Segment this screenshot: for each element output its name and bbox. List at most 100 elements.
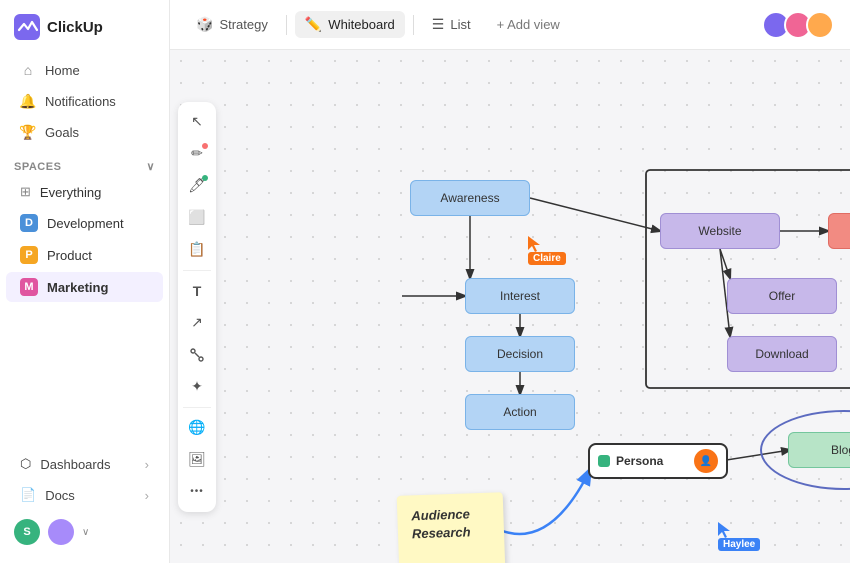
blog-label: Blog [831,443,850,457]
marketing-label: Marketing [47,280,108,295]
tool-more[interactable]: ••• [183,478,211,506]
product-label: Product [47,248,92,263]
sidebar-item-everything[interactable]: ⊞ Everything [6,178,163,206]
sidebar-item-goals[interactable]: 🏆 Goals [6,117,163,147]
offer-label: Offer [769,289,795,303]
sidebar-bottom: ⬡ Dashboards › 📄 Docs › S ∨ [0,448,169,563]
persona-avatar: 👤 [694,449,718,473]
whiteboard-canvas[interactable]: ↖ ✏ 🖊 ⬜ 📋 T ↗ ✦ 🌐 [170,50,850,563]
awareness-label: Awareness [440,191,499,205]
tab-list[interactable]: ☰ List [422,11,481,38]
development-dot: D [20,214,38,232]
node-download: Download [727,336,837,372]
sticky-note-text: AudienceResearch [411,506,471,541]
persona-dot [598,455,610,467]
add-view-button[interactable]: + Add view [487,12,570,37]
sidebar-item-marketing[interactable]: M Marketing [6,272,163,302]
development-label: Development [47,216,124,231]
list-label: List [450,17,470,32]
bell-icon: 🔔 [20,93,36,109]
user-area[interactable]: S ∨ [0,511,169,553]
download-label: Download [755,347,808,361]
spaces-chevron[interactable]: ∨ [146,160,155,173]
tool-connect[interactable] [183,341,211,369]
user-avatar: S [14,519,40,545]
pen-dot [202,143,208,149]
node-website: Website [660,213,780,249]
tool-arrow[interactable]: ↗ [183,309,211,337]
highlighter-dot [202,175,208,181]
dashboards-chevron: › [145,457,149,472]
app-logo[interactable]: ClickUp [0,0,169,50]
tool-highlighter[interactable]: 🖊 [183,172,211,200]
marketing-dot: M [20,278,38,296]
spaces-section: Spaces ∨ [0,152,169,177]
toolbar-separator-2 [183,407,211,408]
main-area: 🎲 Strategy ✏️ Whiteboard ☰ List + Add vi… [170,0,850,563]
tab-whiteboard[interactable]: ✏️ Whiteboard [295,11,405,38]
header-divider-2 [413,15,414,35]
header-avatars [762,11,834,39]
tool-globe[interactable]: 🌐 [183,414,211,442]
sidebar-item-docs[interactable]: 📄 Docs › [6,480,163,510]
tool-sticky[interactable]: 📋 [183,236,211,264]
everything-label: Everything [40,185,101,200]
sidebar-home-label: Home [45,63,80,78]
sidebar-item-development[interactable]: D Development [6,208,163,238]
header: 🎲 Strategy ✏️ Whiteboard ☰ List + Add vi… [170,0,850,50]
node-persona: Persona 👤 [588,443,728,479]
product-dot: P [20,246,38,264]
website-label: Website [698,224,741,238]
tool-magic[interactable]: ✦ [183,373,211,401]
node-decision: Decision [465,336,575,372]
node-blog: Blog [788,432,850,468]
persona-label: Persona [616,454,663,468]
node-action: Action [465,394,575,430]
sidebar-item-home[interactable]: ⌂ Home [6,55,163,85]
sidebar-goals-label: Goals [45,125,79,140]
collaborator-avatar-3 [806,11,834,39]
dashboards-icon: ⬡ [20,456,31,472]
spaces-label: Spaces [14,161,61,173]
docs-label: Docs [45,488,75,503]
node-awareness: Awareness [410,180,530,216]
dashboards-label: Dashboards [40,457,110,472]
whiteboard-icon: ✏️ [305,16,322,33]
tab-strategy[interactable]: 🎲 Strategy [186,11,278,38]
user-chevron: ∨ [82,527,89,538]
action-label: Action [503,405,536,419]
cursor-haylee: Haylee [718,522,760,551]
header-divider-1 [286,15,287,35]
sidebar: ClickUp ⌂ Home 🔔 Notifications 🏆 Goals S… [0,0,170,563]
docs-icon: 📄 [20,487,36,503]
docs-chevron: › [145,488,149,503]
decision-label: Decision [497,347,543,361]
sidebar-item-dashboards[interactable]: ⬡ Dashboards › [6,449,163,479]
list-icon: ☰ [432,16,445,33]
interest-label: Interest [500,289,540,303]
home-icon: ⌂ [20,62,36,78]
claire-label: Claire [528,252,566,265]
tool-pen[interactable]: ✏ [183,140,211,168]
app-name: ClickUp [47,19,103,36]
whiteboard-toolbar: ↖ ✏ 🖊 ⬜ 📋 T ↗ ✦ 🌐 [178,102,216,512]
strategy-icon: 🎲 [196,16,213,33]
tool-image[interactable]: 🖼 [183,446,211,474]
strategy-label: Strategy [219,17,267,32]
whiteboard-label: Whiteboard [328,17,394,32]
node-offer: Offer [727,278,837,314]
goals-icon: 🏆 [20,124,36,140]
user-photo-avatar [48,519,74,545]
sticky-note-audience: AudienceResearch [397,492,506,563]
sidebar-item-product[interactable]: P Product [6,240,163,270]
sidebar-item-notifications[interactable]: 🔔 Notifications [6,86,163,116]
everything-icon: ⊞ [20,184,31,200]
add-view-label: + Add view [497,17,560,32]
tool-text[interactable]: T [183,277,211,305]
tool-cursor[interactable]: ↖ [183,108,211,136]
node-homepage: Homepage [828,213,850,249]
sidebar-nav: ⌂ Home 🔔 Notifications 🏆 Goals [0,50,169,152]
sidebar-notifications-label: Notifications [45,94,116,109]
tool-shapes[interactable]: ⬜ [183,204,211,232]
haylee-label: Haylee [718,538,760,551]
